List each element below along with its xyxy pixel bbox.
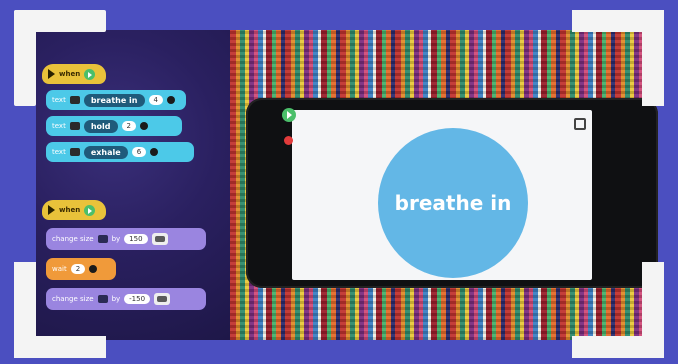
stop-icon[interactable] xyxy=(284,136,293,145)
resize-icon xyxy=(97,295,108,303)
number-input[interactable]: 6 xyxy=(131,147,147,157)
change-size-block-2[interactable]: change size by -150 xyxy=(46,288,206,310)
when-hat-block-1[interactable]: when xyxy=(42,64,106,84)
breath-circle: breathe in xyxy=(378,128,528,278)
expand-icon[interactable] xyxy=(574,118,586,130)
wait-block[interactable]: wait 2 xyxy=(46,258,116,280)
text-block-breathe[interactable]: text breathe in 4 xyxy=(46,90,186,110)
scale-icon xyxy=(154,293,171,305)
cmd-label: change size xyxy=(52,235,94,243)
when-hat-block-2[interactable]: when xyxy=(42,200,106,220)
number-input[interactable]: 2 xyxy=(121,121,136,131)
size-value[interactable]: -150 xyxy=(124,294,151,304)
play-icon xyxy=(84,68,96,80)
by-label: by xyxy=(111,295,121,303)
scale-icon xyxy=(151,233,168,245)
run-icon[interactable] xyxy=(282,108,296,122)
stage-screen: breathe in xyxy=(292,110,592,280)
flag-icon xyxy=(48,205,55,215)
cmd-label: text xyxy=(52,148,66,156)
corner-marker-tr xyxy=(642,10,664,106)
code-panel: when text breathe in 4 text hold 2 text xyxy=(36,30,230,340)
phone: breathe in xyxy=(246,98,658,288)
timer-icon xyxy=(139,122,148,130)
circle-label: breathe in xyxy=(394,191,512,215)
corner-marker-br xyxy=(642,262,664,358)
text-value[interactable]: breathe in xyxy=(83,93,145,107)
change-size-block-1[interactable]: change size by 150 xyxy=(46,228,206,250)
hat-label: when xyxy=(59,206,81,214)
cmd-label: text xyxy=(52,96,66,104)
size-value[interactable]: 150 xyxy=(124,234,148,244)
text-block-exhale[interactable]: text exhale 6 xyxy=(46,142,194,162)
resize-icon xyxy=(97,235,108,243)
play-icon xyxy=(84,204,96,216)
timer-icon xyxy=(150,148,159,156)
text-value[interactable]: exhale xyxy=(83,145,128,159)
timer-icon xyxy=(89,265,98,273)
text-icon xyxy=(69,122,80,130)
corner-marker-bl xyxy=(14,262,36,358)
hat-label: when xyxy=(59,70,81,78)
text-icon xyxy=(69,96,80,104)
video-frame: when text breathe in 4 text hold 2 text xyxy=(0,0,678,364)
timer-icon xyxy=(166,96,175,104)
flag-icon xyxy=(48,69,55,79)
text-block-hold[interactable]: text hold 2 xyxy=(46,116,182,136)
by-label: by xyxy=(111,235,121,243)
text-icon xyxy=(69,148,80,156)
cmd-label: wait xyxy=(52,265,67,273)
corner-marker-tl xyxy=(14,10,36,106)
cmd-label: text xyxy=(52,122,66,130)
number-input[interactable]: 4 xyxy=(148,95,163,105)
cmd-label: change size xyxy=(52,295,94,303)
wait-value[interactable]: 2 xyxy=(70,264,86,274)
text-value[interactable]: hold xyxy=(83,119,118,133)
